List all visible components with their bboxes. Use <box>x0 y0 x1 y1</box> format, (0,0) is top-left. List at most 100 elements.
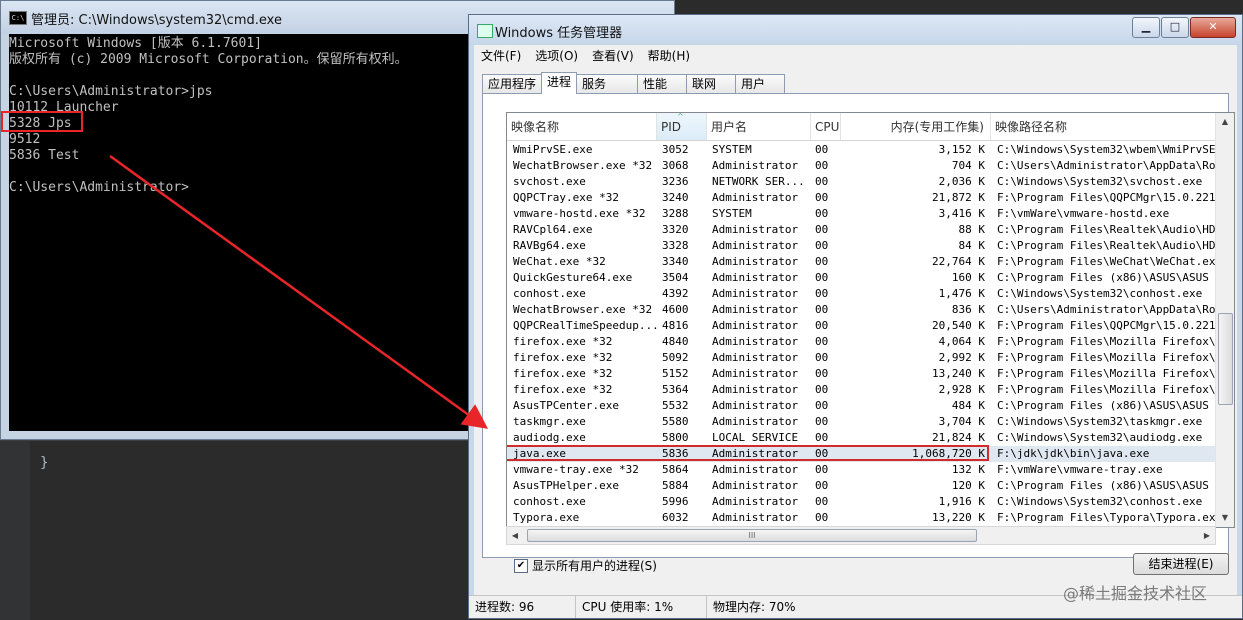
process-pid: 4600 <box>662 303 689 316</box>
show-all-label: 显示所有用户的进程(S) <box>532 559 657 573</box>
minimize-button[interactable]: ▁ <box>1132 17 1160 38</box>
task-manager-titlebar[interactable]: Windows 任务管理器 ▁ □ ✕ <box>469 15 1242 45</box>
process-path: C:\Windows\System32\taskmgr.exe <box>997 415 1203 428</box>
scroll-up-icon[interactable]: ▲ <box>1218 115 1232 129</box>
process-pid: 3052 <box>662 143 689 156</box>
table-row[interactable]: vmware-tray.exe *32 5864 Administrator 00 13… <box>507 462 1216 478</box>
process-path: C:\Program Files\Realtek\Audio\HDA\R <box>997 223 1235 236</box>
table-row[interactable]: WechatBrowser.exe *32 3068 Administrator 00… <box>507 158 1234 174</box>
process-username: Administrator <box>712 303 799 316</box>
sort-ascending-icon: ^ <box>677 113 684 121</box>
table-row[interactable]: firefox.exe *32 5364 Administrator 00 2,928 … <box>507 382 1234 398</box>
process-image-name: vmware-hostd.exe *32 <box>513 207 646 220</box>
horizontal-scrollbar[interactable]: ◀ III ▶ <box>506 526 1216 545</box>
tab-applications[interactable]: 应用程序 <box>482 74 543 94</box>
process-image-name: firefox.exe *32 <box>513 335 613 348</box>
end-process-button[interactable]: 结束进程(E) <box>1133 553 1229 575</box>
table-row[interactable]: conhost.exe 5996 Administrator 00 1,916 K C:\… <box>507 494 1216 510</box>
menu-help[interactable]: 帮助(H) <box>641 45 697 67</box>
process-username: Administrator <box>712 399 799 412</box>
process-path: F:\Program Files\Mozilla Firefox\fir <box>997 335 1235 348</box>
process-username: Administrator <box>712 495 799 508</box>
process-cpu: 00 <box>815 479 829 492</box>
table-row[interactable]: AsusTPCenter.exe 5532 Administrator 00 484 K… <box>507 398 1234 414</box>
table-row[interactable]: RAVBg64.exe 3328 Administrator 00 84 K C:\Pro… <box>507 238 1234 254</box>
scroll-left-icon[interactable]: ◀ <box>507 527 523 544</box>
process-pid: 3320 <box>662 223 689 236</box>
process-cpu: 00 <box>815 143 829 156</box>
menu-options[interactable]: 选项(O) <box>528 45 585 67</box>
show-all-checkbox[interactable]: ✔ <box>514 558 528 573</box>
process-cpu: 00 <box>815 175 829 188</box>
process-username: LOCAL SERVICE <box>712 431 799 444</box>
process-cpu: 00 <box>815 431 829 444</box>
table-row[interactable]: QuickGesture64.exe 3504 Administrator 00 160… <box>507 270 1234 286</box>
process-pid: 5092 <box>662 351 689 364</box>
status-process-count: 进程数: 96 <box>469 596 576 618</box>
scroll-right-icon[interactable]: ▶ <box>1199 527 1215 544</box>
table-row[interactable]: firefox.exe *32 4840 Administrator 00 4,064 … <box>507 334 1234 350</box>
horizontal-scroll-thumb[interactable]: III <box>527 529 977 542</box>
column-header-memory[interactable]: 内存(专用工作集) <box>841 113 991 140</box>
table-row[interactable]: WechatBrowser.exe *32 4600 Administrator 00… <box>507 302 1234 318</box>
process-memory: 84 K <box>958 239 986 252</box>
process-pid: 3328 <box>662 239 689 252</box>
highlight-box-java-process <box>507 445 989 461</box>
table-row[interactable]: vmware-hostd.exe *32 3288 SYSTEM 00 3,416 K F… <box>507 206 1216 222</box>
vertical-scrollbar[interactable]: ▲ ▼ <box>1215 113 1234 527</box>
process-memory: 1,476 K <box>938 287 985 300</box>
editor-background: } <box>0 440 470 620</box>
table-row[interactable]: Typora.exe 6032 Administrator 00 13,220 K F:\… <box>507 510 1222 526</box>
process-cpu: 00 <box>815 159 829 172</box>
table-row[interactable]: WmiPrvSE.exe 3052 SYSTEM 00 3,152 K C:\Window… <box>507 142 1234 158</box>
task-manager-body: 文件(F) 选项(O) 查看(V) 帮助(H) 应用程序 进程 服务 性能 联网… <box>474 45 1237 596</box>
tab-processes[interactable]: 进程 <box>541 72 578 94</box>
table-row[interactable]: WeChat.exe *32 3340 Administrator 00 22,764 … <box>507 254 1222 270</box>
process-memory: 484 K <box>951 399 985 412</box>
tab-users[interactable]: 用户 <box>735 74 786 94</box>
column-header-path[interactable]: 映像路径名称 <box>991 113 1221 140</box>
process-cpu: 00 <box>815 351 829 364</box>
process-pid: 5152 <box>662 367 689 380</box>
process-pid: 3240 <box>662 191 689 204</box>
table-row[interactable]: QQPCTray.exe *32 3240 Administrator 00 21,87… <box>507 190 1234 206</box>
process-pid: 4392 <box>662 287 689 300</box>
process-rows: WmiPrvSE.exe 3052 SYSTEM 00 3,152 K C:\Window… <box>507 142 1234 527</box>
process-username: Administrator <box>712 319 799 332</box>
process-cpu: 00 <box>815 303 829 316</box>
menu-view[interactable]: 查看(V) <box>585 45 641 67</box>
column-header-cpu[interactable]: CPU <box>811 113 841 140</box>
scroll-down-icon[interactable]: ▼ <box>1218 511 1232 525</box>
column-header-username[interactable]: 用户名 <box>707 113 811 140</box>
table-row[interactable]: conhost.exe 4392 Administrator 00 1,476 K C:\… <box>507 286 1216 302</box>
table-row[interactable]: audiodg.exe 5800 LOCAL SERVICE 00 21,824 K C:… <box>507 430 1216 446</box>
table-row[interactable]: svchost.exe 3236 NETWORK SER... 00 2,036 K C:… <box>507 174 1216 190</box>
tab-performance[interactable]: 性能 <box>637 74 688 94</box>
table-row[interactable]: java.exe 5836 Administrator 00 1,068,720 K F:… <box>507 445 1216 462</box>
tab-networking[interactable]: 联网 <box>686 74 737 94</box>
process-pid: 5996 <box>662 495 689 508</box>
menu-file[interactable]: 文件(F) <box>474 45 528 67</box>
table-row[interactable]: QQPCRealTimeSpeedup.... 4816 Administrator… <box>507 318 1234 334</box>
maximize-button[interactable]: □ <box>1161 17 1189 38</box>
process-memory: 132 K <box>951 463 985 476</box>
vertical-scroll-thumb[interactable] <box>1218 313 1233 405</box>
process-cpu: 00 <box>815 511 829 524</box>
process-username: Administrator <box>712 191 799 204</box>
table-row[interactable]: taskmgr.exe 5580 Administrator 00 3,704 K C:\… <box>507 414 1216 430</box>
process-image-name: WeChat.exe *32 <box>513 255 606 268</box>
table-row[interactable]: RAVCpl64.exe 3320 Administrator 00 88 K C:\Pr… <box>507 222 1234 238</box>
close-button[interactable]: ✕ <box>1190 17 1236 38</box>
process-cpu: 00 <box>815 255 829 268</box>
show-all-processes-option[interactable]: ✔ 显示所有用户的进程(S) <box>514 557 657 574</box>
table-row[interactable]: firefox.exe *32 5092 Administrator 00 2,992 … <box>507 350 1234 366</box>
column-header-pid[interactable]: ^ PID <box>657 113 707 140</box>
table-row[interactable]: AsusTPHelper.exe 5884 Administrator 00 120 K… <box>507 478 1234 494</box>
column-header-image-name[interactable]: 映像名称 <box>507 113 657 140</box>
table-row[interactable]: firefox.exe *32 5152 Administrator 00 13,240… <box>507 366 1234 382</box>
process-memory: 2,928 K <box>938 383 985 396</box>
status-physical-memory: 物理内存: 70% <box>713 600 796 614</box>
process-cpu: 00 <box>815 287 829 300</box>
tab-services[interactable]: 服务 <box>576 74 639 94</box>
process-memory: 21,872 K <box>932 191 985 204</box>
